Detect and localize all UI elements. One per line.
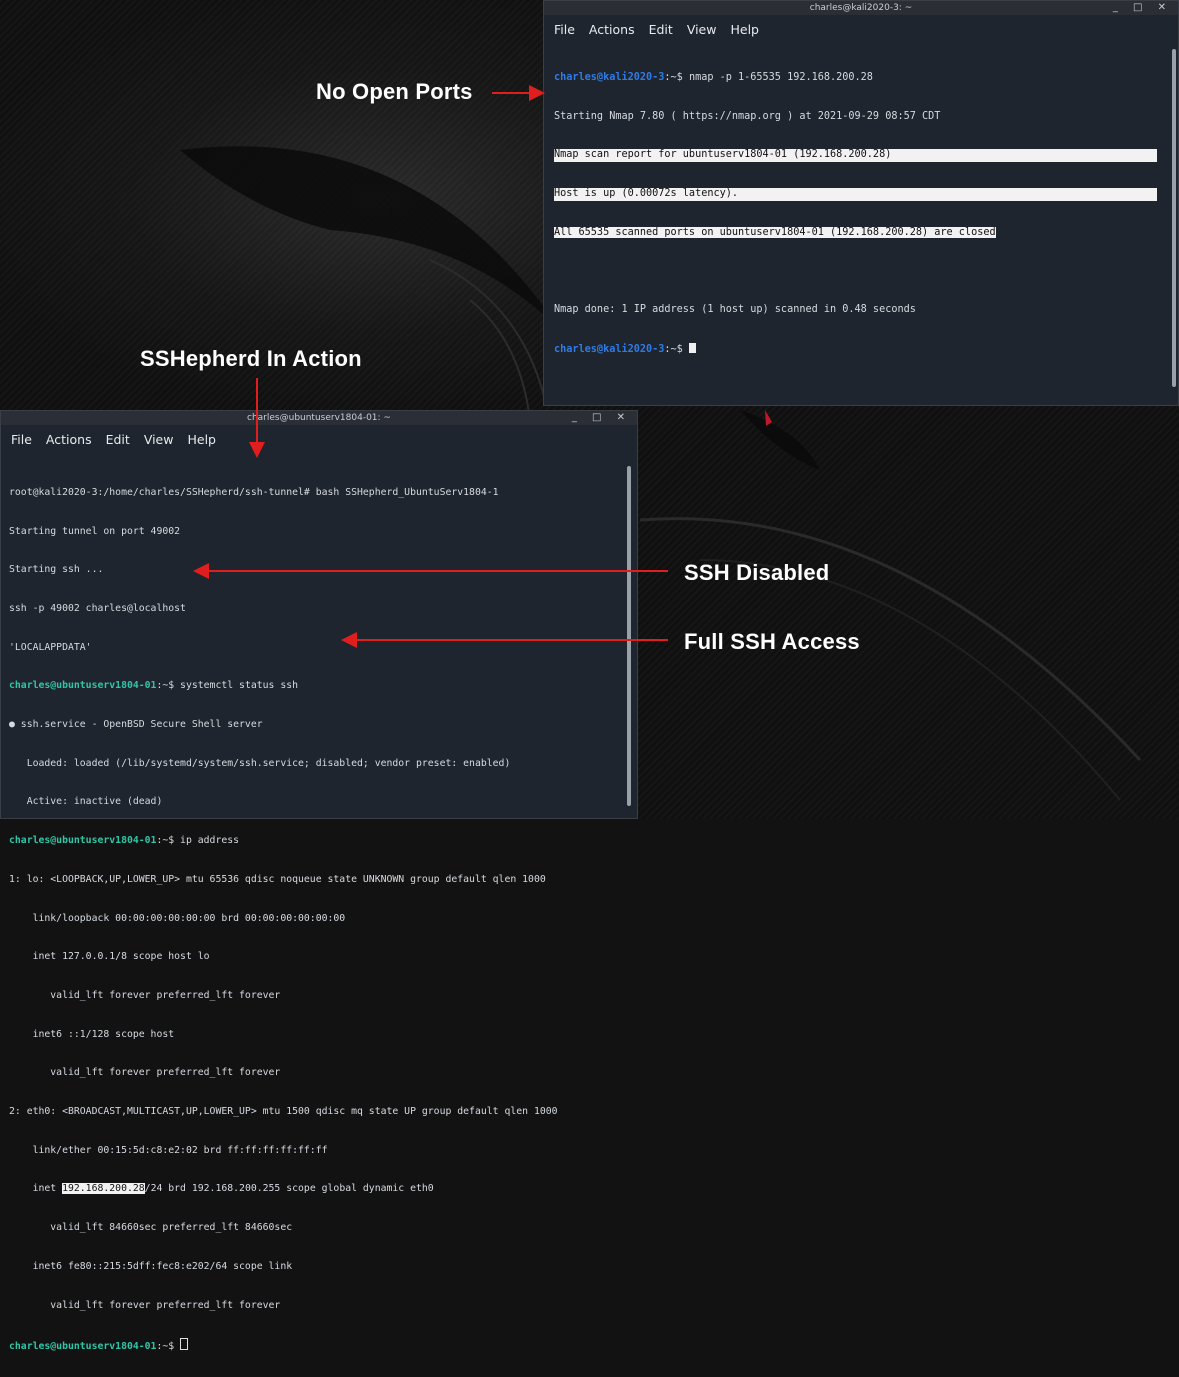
top-terminal-menubar: File Actions Edit View Help (544, 15, 1178, 43)
prompt-user: charles@ubuntuserv1804-01 (9, 835, 157, 847)
highlighted-text: Nmap scan report for ubuntuserv1804-01 (… (554, 149, 1157, 163)
terminal-line: ● ssh.service - OpenBSD Secure Shell ser… (9, 719, 263, 731)
terminal-line: valid_lft 84660sec preferred_lft 84660se… (9, 1222, 293, 1234)
terminal-line: Starting tunnel on port 49002 (9, 525, 181, 537)
terminal-line: valid_lft forever preferred_lft forever (9, 989, 281, 1001)
terminal-line: root@kali2020-3:/home/charles/SSHepherd/… (9, 486, 499, 498)
terminal-line: inet 127.0.0.1/8 scope host lo (9, 951, 210, 963)
window-title: charles@kali2020-3: ~ (809, 3, 913, 13)
command-text: :~$ nmap -p 1-65535 192.168.200.28 (664, 71, 873, 83)
menu-edit[interactable]: Edit (649, 22, 673, 37)
window-title: charles@ubuntuserv1804-01: ~ (247, 413, 391, 423)
menu-help[interactable]: Help (187, 432, 216, 447)
bottom-terminal-output[interactable]: root@kali2020-3:/home/charles/SSHepherd/… (9, 461, 617, 1377)
terminal-line: charles@kali2020-3:~$ nmap -p 1-65535 19… (554, 72, 1158, 85)
selected-ip-address: 192.168.200.28 (62, 1183, 145, 1195)
prompt-suffix: :~$ (156, 1341, 181, 1353)
menu-actions[interactable]: Actions (46, 432, 92, 447)
top-terminal-window[interactable]: charles@kali2020-3: ~ _ □ ✕ File Actions… (543, 0, 1179, 406)
prompt-user: charles@ubuntuserv1804-01 (9, 680, 157, 692)
prompt-user: charles@kali2020-3 (554, 71, 665, 83)
terminal-line: link/ether 00:15:5d:c8:e2:02 brd ff:ff:f… (9, 1144, 328, 1156)
window-controls[interactable]: _ □ ✕ (1113, 1, 1172, 15)
terminal-line: inet 192.168.200.28/24 brd 192.168.200.2… (9, 1183, 617, 1196)
terminal-line: valid_lft forever preferred_lft forever (9, 1067, 281, 1079)
terminal-line-highlighted: Nmap scan report for ubuntuserv1804-01 (… (554, 149, 1158, 163)
line-prefix: inet (9, 1183, 63, 1195)
terminal-line: 2: eth0: <BROADCAST,MULTICAST,UP,LOWER_U… (9, 1106, 558, 1118)
terminal-line-highlighted: Host is up (0.00072s latency). (554, 187, 1158, 201)
window-controls[interactable]: _ □ ✕ (572, 411, 631, 425)
menu-help[interactable]: Help (730, 22, 759, 37)
annotation-full-ssh-access: Full SSH Access (684, 629, 860, 654)
terminal-line: Starting ssh ... (9, 564, 104, 576)
bottom-terminal-scrollbar[interactable] (627, 466, 631, 806)
top-terminal-scrollbar[interactable] (1172, 49, 1176, 387)
terminal-line: link/loopback 00:00:00:00:00:00 brd 00:0… (9, 912, 346, 924)
terminal-line: Starting Nmap 7.80 ( https://nmap.org ) … (554, 110, 941, 122)
bottom-terminal-window[interactable]: charles@ubuntuserv1804-01: ~ _ □ ✕ File … (0, 410, 638, 1352)
prompt-user: charles@kali2020-3 (554, 343, 665, 355)
menu-view[interactable]: View (144, 432, 174, 447)
command-text: :~$ ip address (156, 835, 240, 847)
terminal-line: charles@ubuntuserv1804-01:~$ systemctl s… (9, 680, 617, 693)
menu-file[interactable]: File (554, 22, 575, 37)
highlighted-text: All 65535 scanned ports on ubuntuserv180… (554, 226, 996, 238)
terminal-line: valid_lft forever preferred_lft forever (9, 1299, 281, 1311)
prompt-user: charles@ubuntuserv1804-01 (9, 1341, 157, 1353)
cursor-icon (688, 342, 696, 353)
menu-view[interactable]: View (687, 22, 717, 37)
terminal-line: inet6 fe80::215:5dff:fec8:e202/64 scope … (9, 1260, 293, 1272)
menu-actions[interactable]: Actions (589, 22, 635, 37)
bottom-terminal-titlebar[interactable]: charles@ubuntuserv1804-01: ~ _ □ ✕ (1, 411, 637, 425)
terminal-line: charles@ubuntuserv1804-01:~$ (9, 1338, 617, 1353)
top-terminal-titlebar[interactable]: charles@kali2020-3: ~ _ □ ✕ (544, 1, 1178, 15)
terminal-line: 1: lo: <LOOPBACK,UP,LOWER_UP> mtu 65536 … (9, 873, 546, 885)
menu-file[interactable]: File (11, 432, 32, 447)
menu-edit[interactable]: Edit (106, 432, 130, 447)
top-terminal-output[interactable]: charles@kali2020-3:~$ nmap -p 1-65535 19… (554, 46, 1158, 381)
terminal-line: charles@ubuntuserv1804-01:~$ ip address (9, 835, 617, 848)
terminal-line: Active: inactive (dead) (9, 796, 163, 808)
prompt-suffix: :~$ (664, 343, 689, 355)
line-suffix: /24 brd 192.168.200.255 scope global dyn… (144, 1183, 434, 1195)
terminal-line: 'LOCALAPPDATA' (9, 641, 92, 653)
command-text: :~$ systemctl status ssh (156, 680, 299, 692)
annotation-sshepherd-in-action: SSHepherd In Action (140, 346, 362, 371)
terminal-line: Loaded: loaded (/lib/systemd/system/ssh.… (9, 757, 511, 769)
terminal-line: ssh -p 49002 charles@localhost (9, 602, 186, 614)
annotation-ssh-disabled: SSH Disabled (684, 560, 830, 585)
terminal-line: charles@kali2020-3:~$ (554, 342, 1158, 356)
bottom-terminal-menubar: File Actions Edit View Help (1, 425, 637, 453)
terminal-line: Nmap done: 1 IP address (1 host up) scan… (554, 304, 916, 316)
cursor-icon (180, 1338, 189, 1351)
annotation-no-open-ports: No Open Ports (316, 79, 473, 104)
terminal-line-highlighted: All 65535 scanned ports on ubuntuserv180… (554, 226, 1158, 240)
highlighted-text: Host is up (0.00072s latency). (554, 187, 1157, 201)
terminal-line: inet6 ::1/128 scope host (9, 1028, 175, 1040)
